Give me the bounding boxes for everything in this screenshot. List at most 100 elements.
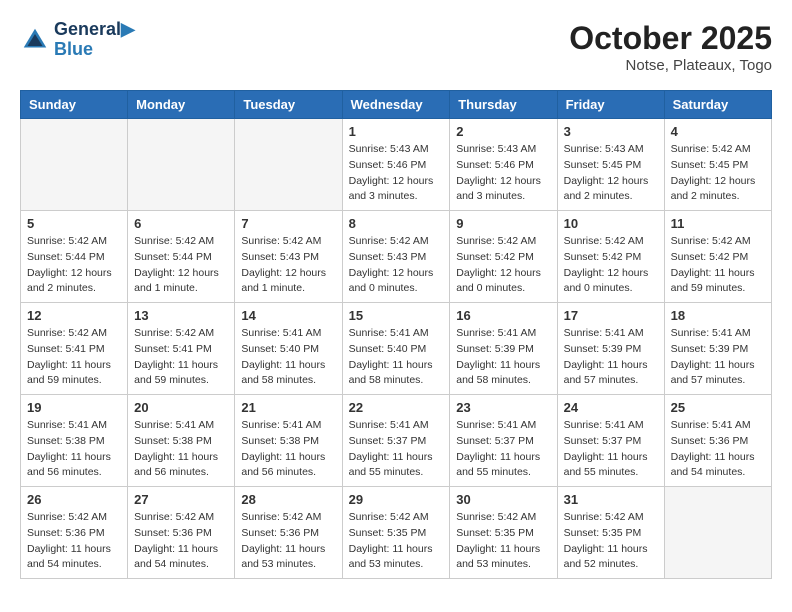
day-info: Sunrise: 5:41 AM Sunset: 5:39 PM Dayligh… bbox=[564, 326, 658, 389]
day-number: 22 bbox=[349, 400, 444, 415]
day-info: Sunrise: 5:41 AM Sunset: 5:38 PM Dayligh… bbox=[27, 418, 121, 481]
day-cell: 20Sunrise: 5:41 AM Sunset: 5:38 PM Dayli… bbox=[128, 395, 235, 487]
day-cell: 21 Sunrise: 5:41 AM Sunset: 5:38 PM Dayli… bbox=[235, 395, 342, 487]
col-header-wednesday: Wednesday bbox=[342, 91, 450, 119]
day-info: Sunrise: 5:42 AM Sunset: 5:44 PM Dayligh… bbox=[134, 234, 228, 297]
day-number: 11 bbox=[671, 216, 765, 231]
day-info: Sunrise: 5:42 AM Sunset: 5:42 PM Dayligh… bbox=[671, 234, 765, 297]
week-row-4: 19Sunrise: 5:41 AM Sunset: 5:38 PM Dayli… bbox=[21, 395, 772, 487]
day-cell: 4 Sunrise: 5:42 AM Sunset: 5:45 PM Daylig… bbox=[664, 119, 771, 211]
day-number: 7 bbox=[241, 216, 335, 231]
day-info: Sunrise: 5:42 AM Sunset: 5:42 PM Dayligh… bbox=[456, 234, 550, 297]
day-info: Sunrise: 5:42 AM Sunset: 5:44 PM Dayligh… bbox=[27, 234, 121, 297]
day-info: Sunrise: 5:43 AM Sunset: 5:46 PM Dayligh… bbox=[456, 142, 550, 205]
day-cell: 11 Sunrise: 5:42 AM Sunset: 5:42 PM Dayli… bbox=[664, 211, 771, 303]
day-number: 15 bbox=[349, 308, 444, 323]
col-header-monday: Monday bbox=[128, 91, 235, 119]
day-cell: 24 Sunrise: 5:41 AM Sunset: 5:37 PM Dayli… bbox=[557, 395, 664, 487]
day-number: 24 bbox=[564, 400, 658, 415]
day-cell: 5 Sunrise: 5:42 AM Sunset: 5:44 PM Daylig… bbox=[21, 211, 128, 303]
page-header: General▶ Blue October 2025 Notse, Platea… bbox=[20, 20, 772, 74]
day-number: 16 bbox=[456, 308, 550, 323]
day-cell: 18Sunrise: 5:41 AM Sunset: 5:39 PM Dayli… bbox=[664, 303, 771, 395]
day-number: 28 bbox=[241, 492, 335, 507]
day-number: 17 bbox=[564, 308, 658, 323]
day-info: Sunrise: 5:42 AM Sunset: 5:36 PM Dayligh… bbox=[134, 510, 228, 573]
day-cell bbox=[128, 119, 235, 211]
week-row-1: 1Sunrise: 5:43 AM Sunset: 5:46 PM Daylig… bbox=[21, 119, 772, 211]
day-cell: 1Sunrise: 5:43 AM Sunset: 5:46 PM Daylig… bbox=[342, 119, 450, 211]
day-info: Sunrise: 5:42 AM Sunset: 5:43 PM Dayligh… bbox=[241, 234, 335, 297]
day-cell: 23 Sunrise: 5:41 AM Sunset: 5:37 PM Dayli… bbox=[450, 395, 557, 487]
day-info: Sunrise: 5:41 AM Sunset: 5:36 PM Dayligh… bbox=[671, 418, 765, 481]
col-header-thursday: Thursday bbox=[450, 91, 557, 119]
logo-text: General▶ Blue bbox=[54, 20, 135, 60]
day-number: 21 bbox=[241, 400, 335, 415]
week-row-2: 5 Sunrise: 5:42 AM Sunset: 5:44 PM Daylig… bbox=[21, 211, 772, 303]
day-info: Sunrise: 5:42 AM Sunset: 5:35 PM Dayligh… bbox=[349, 510, 444, 573]
day-cell bbox=[21, 119, 128, 211]
day-number: 30 bbox=[456, 492, 550, 507]
day-number: 31 bbox=[564, 492, 658, 507]
day-cell: 6 Sunrise: 5:42 AM Sunset: 5:44 PM Daylig… bbox=[128, 211, 235, 303]
day-cell: 10 Sunrise: 5:42 AM Sunset: 5:42 PM Dayli… bbox=[557, 211, 664, 303]
day-number: 2 bbox=[456, 124, 550, 139]
col-header-sunday: Sunday bbox=[21, 91, 128, 119]
day-cell: 14Sunrise: 5:41 AM Sunset: 5:40 PM Dayli… bbox=[235, 303, 342, 395]
day-number: 9 bbox=[456, 216, 550, 231]
day-cell: 16Sunrise: 5:41 AM Sunset: 5:39 PM Dayli… bbox=[450, 303, 557, 395]
day-cell: 17 Sunrise: 5:41 AM Sunset: 5:39 PM Dayli… bbox=[557, 303, 664, 395]
week-row-3: 12 Sunrise: 5:42 AM Sunset: 5:41 PM Dayli… bbox=[21, 303, 772, 395]
day-info: Sunrise: 5:41 AM Sunset: 5:38 PM Dayligh… bbox=[241, 418, 335, 481]
col-header-saturday: Saturday bbox=[664, 91, 771, 119]
day-info: Sunrise: 5:43 AM Sunset: 5:45 PM Dayligh… bbox=[564, 142, 658, 205]
day-cell: 30 Sunrise: 5:42 AM Sunset: 5:35 PM Dayli… bbox=[450, 487, 557, 579]
day-info: Sunrise: 5:41 AM Sunset: 5:37 PM Dayligh… bbox=[456, 418, 550, 481]
day-info: Sunrise: 5:42 AM Sunset: 5:42 PM Dayligh… bbox=[564, 234, 658, 297]
day-info: Sunrise: 5:42 AM Sunset: 5:43 PM Dayligh… bbox=[349, 234, 444, 297]
day-info: Sunrise: 5:41 AM Sunset: 5:39 PM Dayligh… bbox=[671, 326, 765, 389]
day-number: 12 bbox=[27, 308, 121, 323]
day-cell: 31 Sunrise: 5:42 AM Sunset: 5:35 PM Dayli… bbox=[557, 487, 664, 579]
day-cell: 26Sunrise: 5:42 AM Sunset: 5:36 PM Dayli… bbox=[21, 487, 128, 579]
calendar-header-row: SundayMondayTuesdayWednesdayThursdayFrid… bbox=[21, 91, 772, 119]
day-cell: 12Sunrise: 5:42 AM Sunset: 5:41 PM Dayli… bbox=[21, 303, 128, 395]
day-cell: 9 Sunrise: 5:42 AM Sunset: 5:42 PM Daylig… bbox=[450, 211, 557, 303]
day-number: 13 bbox=[134, 308, 228, 323]
day-cell: 22 Sunrise: 5:41 AM Sunset: 5:37 PM Dayli… bbox=[342, 395, 450, 487]
logo-icon bbox=[20, 25, 50, 55]
day-info: Sunrise: 5:42 AM Sunset: 5:41 PM Dayligh… bbox=[134, 326, 228, 389]
day-info: Sunrise: 5:41 AM Sunset: 5:37 PM Dayligh… bbox=[564, 418, 658, 481]
day-cell: 3Sunrise: 5:43 AM Sunset: 5:45 PM Daylig… bbox=[557, 119, 664, 211]
day-info: Sunrise: 5:42 AM Sunset: 5:35 PM Dayligh… bbox=[564, 510, 658, 573]
logo: General▶ Blue bbox=[20, 20, 135, 60]
day-number: 26 bbox=[27, 492, 121, 507]
day-info: Sunrise: 5:41 AM Sunset: 5:38 PM Dayligh… bbox=[134, 418, 228, 481]
day-number: 10 bbox=[564, 216, 658, 231]
day-number: 23 bbox=[456, 400, 550, 415]
day-cell: 29 Sunrise: 5:42 AM Sunset: 5:35 PM Dayli… bbox=[342, 487, 450, 579]
day-number: 4 bbox=[671, 124, 765, 139]
day-number: 5 bbox=[27, 216, 121, 231]
week-row-5: 26 Sunrise: 5:42 AM Sunset: 5:36 PM Dayli… bbox=[21, 487, 772, 579]
day-number: 29 bbox=[349, 492, 444, 507]
day-cell: 8 Sunrise: 5:42 AM Sunset: 5:43 PM Daylig… bbox=[342, 211, 450, 303]
calendar-subtitle: Notse, Plateaux, Togo bbox=[569, 57, 772, 74]
day-info: Sunrise: 5:42 AM Sunset: 5:35 PM Dayligh… bbox=[456, 510, 550, 573]
day-number: 6 bbox=[134, 216, 228, 231]
day-cell: 25Sunrise: 5:41 AM Sunset: 5:36 PM Dayli… bbox=[664, 395, 771, 487]
day-cell: 2 Sunrise: 5:43 AM Sunset: 5:46 PM Daylig… bbox=[450, 119, 557, 211]
day-cell: 7 Sunrise: 5:42 AM Sunset: 5:43 PM Daylig… bbox=[235, 211, 342, 303]
day-cell: 15 Sunrise: 5:41 AM Sunset: 5:40 PM Dayli… bbox=[342, 303, 450, 395]
col-header-tuesday: Tuesday bbox=[235, 91, 342, 119]
day-cell: 13 Sunrise: 5:42 AM Sunset: 5:41 PM Dayli… bbox=[128, 303, 235, 395]
day-info: Sunrise: 5:42 AM Sunset: 5:36 PM Dayligh… bbox=[241, 510, 335, 573]
day-info: Sunrise: 5:41 AM Sunset: 5:40 PM Dayligh… bbox=[349, 326, 444, 389]
day-cell: 27Sunrise: 5:42 AM Sunset: 5:36 PM Dayli… bbox=[128, 487, 235, 579]
day-number: 8 bbox=[349, 216, 444, 231]
calendar-title: October 2025 bbox=[569, 20, 772, 57]
day-info: Sunrise: 5:41 AM Sunset: 5:37 PM Dayligh… bbox=[349, 418, 444, 481]
day-info: Sunrise: 5:42 AM Sunset: 5:45 PM Dayligh… bbox=[671, 142, 765, 205]
day-info: Sunrise: 5:43 AM Sunset: 5:46 PM Dayligh… bbox=[349, 142, 444, 205]
calendar-table: SundayMondayTuesdayWednesdayThursdayFrid… bbox=[20, 90, 772, 579]
